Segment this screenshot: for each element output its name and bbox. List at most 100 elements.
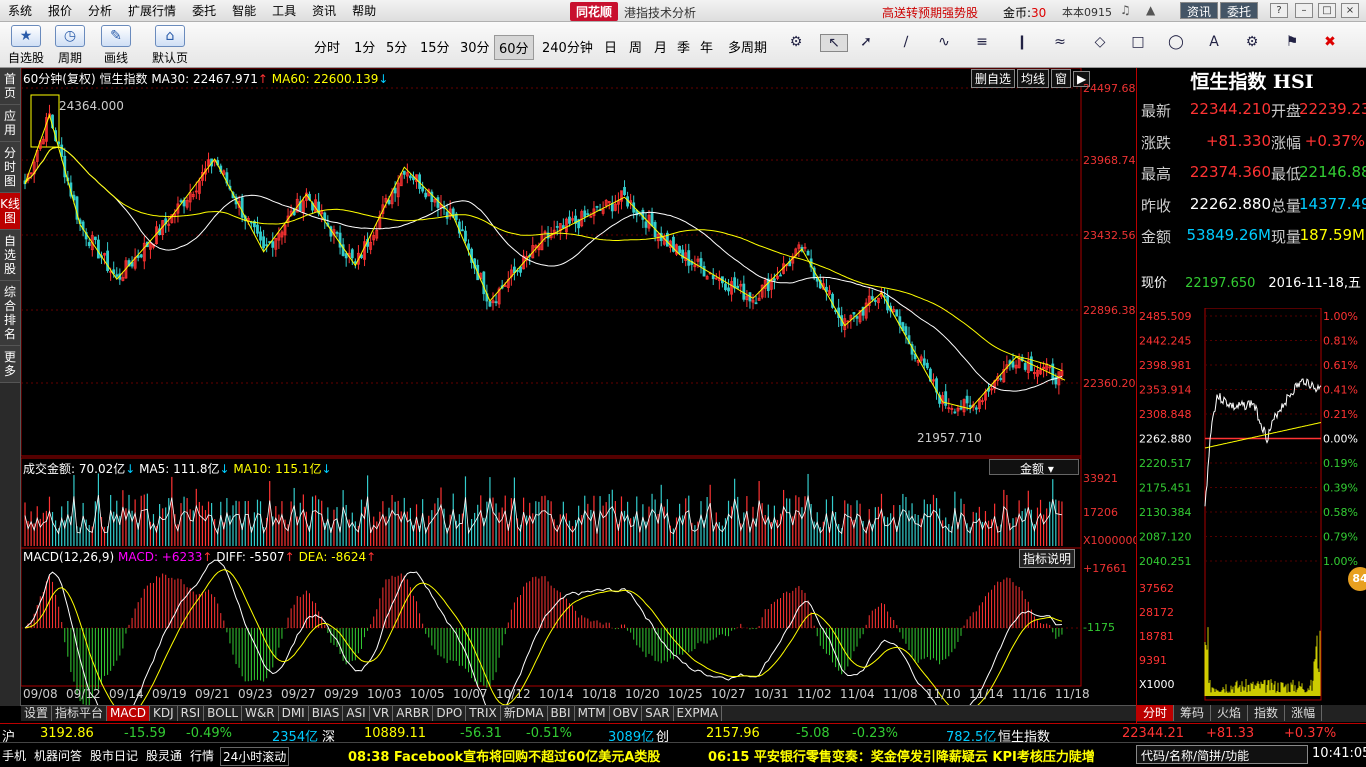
indicator-tab[interactable]: VR [370, 706, 394, 721]
wave-icon[interactable]: ∿ [930, 34, 958, 50]
menu-help[interactable]: 帮助 [344, 2, 384, 19]
indicator-tab[interactable]: RSI [178, 706, 205, 721]
period-tab[interactable]: 季 [673, 35, 694, 58]
menu-trade[interactable]: 委托 [184, 2, 224, 19]
default-page-button[interactable]: ⌂ 默认页 [150, 25, 190, 65]
period-tab[interactable]: 分时 [310, 35, 344, 58]
quote-tab[interactable]: 涨幅 [1285, 705, 1323, 721]
indicator-tab[interactable]: TRIX [466, 706, 501, 721]
news-item[interactable]: 06:15 平安银行零售变奏：奖金停发引降薪疑云 KPI考核压力陡增 [708, 746, 1095, 765]
quote-tab[interactable]: 火焰 [1211, 705, 1249, 721]
minimize-icon[interactable]: – [1295, 3, 1313, 18]
notification-badge[interactable]: 84 [1348, 567, 1366, 591]
menu-smart[interactable]: 智能 [224, 2, 264, 19]
maximize-icon[interactable]: □ [1318, 3, 1336, 18]
period-tab[interactable]: 年 [696, 35, 717, 58]
indicator-tab[interactable]: 设置 [21, 706, 53, 721]
period-tab[interactable]: 多周期 [724, 35, 771, 58]
indicator-tab[interactable]: SAR [642, 706, 674, 721]
indicator-tab[interactable]: ASI [343, 706, 370, 721]
24h-scroll-button[interactable]: 24小时滚动 [220, 747, 290, 766]
menu-system[interactable]: 系统 [0, 2, 40, 19]
intraday-mini-chart[interactable]: 2485.509 1.00% 2442.245 0.81% 2398.981 0.61% 2… [1137, 308, 1366, 704]
period-tab[interactable]: 1分 [350, 35, 379, 58]
side-tab-kline[interactable]: K线图 [0, 193, 20, 230]
menu-analysis[interactable]: 分析 [80, 2, 120, 19]
indicator-tab[interactable]: DPO [433, 706, 467, 721]
indicator-tab[interactable]: ARBR [393, 706, 434, 721]
ma-button[interactable]: 均线 [1017, 69, 1050, 88]
close-icon[interactable]: × [1341, 3, 1359, 18]
ellipse-icon[interactable]: ◯ [1162, 34, 1190, 50]
indicator-help-button[interactable]: 指标说明 [1019, 549, 1076, 568]
text-tool-icon[interactable]: A [1200, 34, 1228, 50]
cursor-icon[interactable]: ↖ [820, 34, 848, 52]
menu-quote[interactable]: 报价 [40, 2, 80, 19]
diary-button[interactable]: 股市日记 [90, 747, 138, 764]
bell-icon[interactable]: ♫ [1120, 3, 1131, 17]
indicator-tab[interactable]: W&R [242, 706, 279, 721]
menu-tools[interactable]: 工具 [264, 2, 304, 19]
indicator-tab[interactable]: OBV [610, 706, 643, 721]
quote-tab[interactable]: 指数 [1248, 705, 1286, 721]
indicator-tab[interactable]: 指标平台 [52, 706, 108, 721]
gann-icon[interactable]: ❙ [1008, 34, 1036, 50]
menu-news[interactable]: 资讯 [304, 2, 344, 19]
flag-icon[interactable]: ⚑ [1278, 34, 1306, 50]
promo-link[interactable]: 高送转预期强势股 [882, 4, 978, 21]
line-tool-icon[interactable]: ➚ [852, 34, 880, 50]
help-icon[interactable]: ? [1270, 3, 1288, 18]
menu-extended[interactable]: 扩展行情 [120, 2, 184, 19]
quote-tab[interactable]: 筹码 [1174, 705, 1212, 721]
indicator-tab[interactable]: BIAS [309, 706, 344, 721]
side-tab-more[interactable]: 更多 [0, 346, 20, 383]
stock-genius-button[interactable]: 股灵通 [146, 747, 182, 764]
draw-button[interactable]: ✎ 画线 [96, 25, 136, 65]
period-tab[interactable]: 30分 [456, 35, 494, 58]
window-button[interactable]: 窗 [1051, 69, 1072, 88]
shirt-icon[interactable]: ▲ [1146, 3, 1155, 17]
fibonacci-icon[interactable]: ≡ [968, 34, 996, 50]
kline-chart-area[interactable]: 24364.000 21957.710 60分钟(复权) 恒生指数 MA30: … [21, 68, 1143, 706]
settings-icon[interactable]: ⚙ [1238, 34, 1266, 50]
indicator-tab[interactable]: MACD [107, 706, 151, 721]
indicator-tab[interactable]: 新DMA [501, 706, 548, 721]
gear-icon[interactable]: ⚙ [782, 34, 810, 50]
period-tab[interactable]: 月 [650, 35, 671, 58]
period-tab-active[interactable]: 60分 [494, 35, 534, 60]
kline-chart[interactable]: 24364.000 21957.710 [21, 68, 1136, 706]
indicator-tab[interactable]: KDJ [150, 706, 178, 721]
indicator-tab[interactable]: EXPMA [674, 706, 723, 721]
indicator-tab[interactable]: BBI [548, 706, 575, 721]
channel-icon[interactable]: ◇ [1086, 34, 1114, 50]
period-tab[interactable]: 周 [625, 35, 646, 58]
mobile-button[interactable]: 手机 [2, 747, 26, 764]
period-tab[interactable]: 5分 [382, 35, 411, 58]
period-tab[interactable]: 240分钟 [538, 35, 597, 58]
rectangle-icon[interactable]: □ [1124, 34, 1152, 50]
period-tab[interactable]: 15分 [416, 35, 454, 58]
side-tab-watchlist[interactable]: 自选股 [0, 230, 20, 281]
fan-icon[interactable]: ≈ [1046, 34, 1074, 50]
news-item[interactable]: 08:38 Facebook宣布将回购不超过60亿美元A类股 [348, 746, 660, 765]
side-tab-intraday[interactable]: 分时图 [0, 142, 20, 193]
remove-watchlist-button[interactable]: 删自选 [971, 69, 1016, 88]
market-button[interactable]: 行情 [190, 747, 214, 764]
side-tab-home[interactable]: 首页 [0, 68, 20, 105]
trade-button[interactable]: 委托 [1220, 2, 1259, 19]
side-tab-apps[interactable]: 应用 [0, 105, 20, 142]
period-tab[interactable]: 日 [600, 35, 621, 58]
period-button[interactable]: ◷ 周期 [50, 25, 90, 65]
qa-button[interactable]: 机器问答 [34, 747, 82, 764]
indicator-tab[interactable]: MTM [575, 706, 610, 721]
parallel-line-icon[interactable]: ∕ [892, 34, 920, 50]
info-button[interactable]: 资讯 [1180, 2, 1219, 19]
quote-tab[interactable]: 分时 [1137, 705, 1175, 721]
indicator-tab[interactable]: DMI [279, 706, 309, 721]
indicator-tab[interactable]: BOLL [204, 706, 243, 721]
volume-type-select[interactable]: 金额 ▾ [989, 459, 1079, 476]
search-input[interactable]: 代码/名称/简拼/功能 [1136, 745, 1308, 764]
delete-icon[interactable]: ✖ [1316, 34, 1344, 50]
side-tab-ranking[interactable]: 综合排名 [0, 281, 20, 346]
watchlist-button[interactable]: ★ 自选股 [6, 25, 46, 65]
